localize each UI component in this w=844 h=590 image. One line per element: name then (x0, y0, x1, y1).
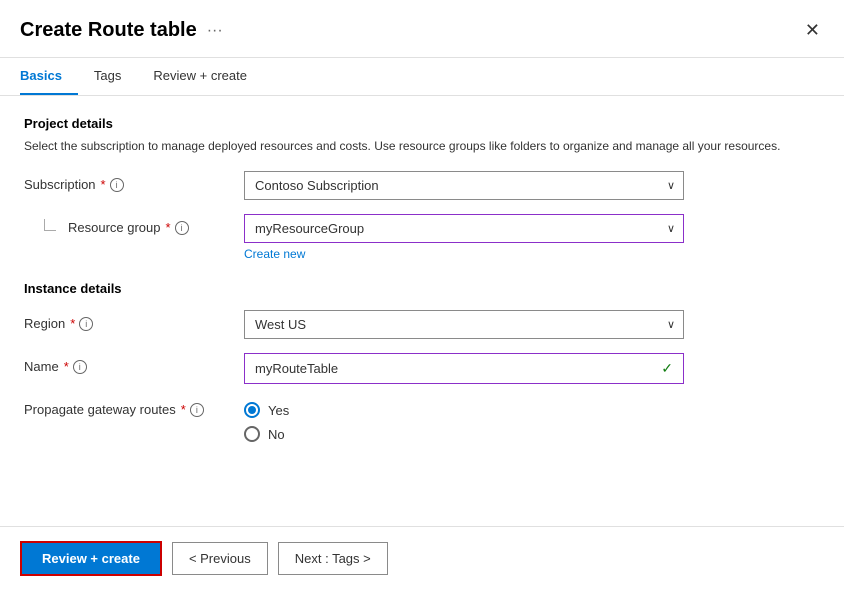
radio-yes[interactable]: Yes (244, 402, 684, 418)
subscription-label: Subscription (24, 177, 96, 192)
region-chevron-icon: ∨ (659, 318, 683, 331)
region-label: Region (24, 316, 65, 331)
resource-group-group: Resource group * i myResourceGroup ∨ Cre… (24, 214, 820, 261)
resource-group-dropdown[interactable]: myResourceGroup ∨ (244, 214, 684, 243)
subscription-chevron-icon: ∨ (659, 179, 683, 192)
name-value: myRouteTable (255, 361, 338, 376)
resource-group-control: myResourceGroup ∨ Create new (244, 214, 684, 261)
region-dropdown[interactable]: West US ∨ (244, 310, 684, 339)
resource-group-label-col: Resource group * i (24, 214, 244, 235)
project-details-desc: Select the subscription to manage deploy… (24, 137, 820, 155)
create-route-table-panel: Create Route table ··· ✕ Basics Tags Rev… (0, 0, 844, 590)
footer: Review + create < Previous Next : Tags > (0, 526, 844, 590)
form-content: Project details Select the subscription … (0, 96, 844, 526)
panel-header: Create Route table ··· ✕ (0, 0, 844, 58)
name-input[interactable]: myRouteTable ✓ (244, 353, 684, 384)
radio-no-outer (244, 426, 260, 442)
subscription-required: * (101, 177, 106, 192)
tab-bar: Basics Tags Review + create (0, 58, 844, 96)
panel-title: Create Route table (20, 19, 197, 42)
previous-button[interactable]: < Previous (172, 542, 268, 575)
propagate-info-icon[interactable]: i (190, 403, 204, 417)
name-required: * (64, 359, 69, 374)
propagate-group: Propagate gateway routes * i Yes No (24, 398, 820, 442)
region-info-icon[interactable]: i (79, 317, 93, 331)
next-button[interactable]: Next : Tags > (278, 542, 388, 575)
region-control: West US ∨ (244, 310, 684, 339)
region-value: West US (245, 311, 659, 338)
resource-group-label: Resource group (68, 220, 161, 235)
propagate-label-col: Propagate gateway routes * i (24, 398, 244, 417)
name-label-col: Name * i (24, 353, 244, 374)
resource-group-value: myResourceGroup (245, 215, 659, 242)
resource-group-required: * (166, 220, 171, 235)
project-details-title: Project details (24, 116, 820, 131)
region-required: * (70, 316, 75, 331)
tab-tags[interactable]: Tags (94, 58, 137, 95)
name-check-icon: ✓ (661, 360, 673, 377)
subscription-dropdown[interactable]: Contoso Subscription ∨ (244, 171, 684, 200)
resource-group-chevron-icon: ∨ (659, 222, 683, 235)
name-label: Name (24, 359, 59, 374)
propagate-required: * (181, 402, 186, 417)
tab-review-create[interactable]: Review + create (153, 58, 263, 95)
create-new-link[interactable]: Create new (244, 247, 305, 261)
subscription-info-icon[interactable]: i (110, 178, 124, 192)
region-group: Region * i West US ∨ (24, 310, 820, 339)
instance-details-section: Instance details (24, 281, 820, 296)
instance-details-title: Instance details (24, 281, 820, 296)
close-icon[interactable]: ✕ (801, 16, 824, 45)
radio-yes-inner (248, 406, 256, 414)
tab-basics[interactable]: Basics (20, 58, 78, 95)
radio-no-label: No (268, 427, 285, 442)
radio-yes-label: Yes (268, 403, 289, 418)
name-control: myRouteTable ✓ (244, 353, 684, 384)
resource-group-info-icon[interactable]: i (175, 221, 189, 235)
propagate-label: Propagate gateway routes (24, 402, 176, 417)
region-label-col: Region * i (24, 310, 244, 331)
review-create-button[interactable]: Review + create (20, 541, 162, 576)
name-info-icon[interactable]: i (73, 360, 87, 374)
name-group: Name * i myRouteTable ✓ (24, 353, 820, 384)
radio-yes-outer (244, 402, 260, 418)
radio-no[interactable]: No (244, 426, 684, 442)
propagate-control: Yes No (244, 398, 684, 442)
subscription-control: Contoso Subscription ∨ (244, 171, 684, 200)
subscription-value: Contoso Subscription (245, 172, 659, 199)
title-row: Create Route table ··· (20, 19, 223, 42)
propagate-radio-group: Yes No (244, 398, 684, 442)
ellipsis-icon[interactable]: ··· (207, 22, 223, 40)
subscription-group: Subscription * i Contoso Subscription ∨ (24, 171, 820, 200)
subscription-label-col: Subscription * i (24, 171, 244, 192)
